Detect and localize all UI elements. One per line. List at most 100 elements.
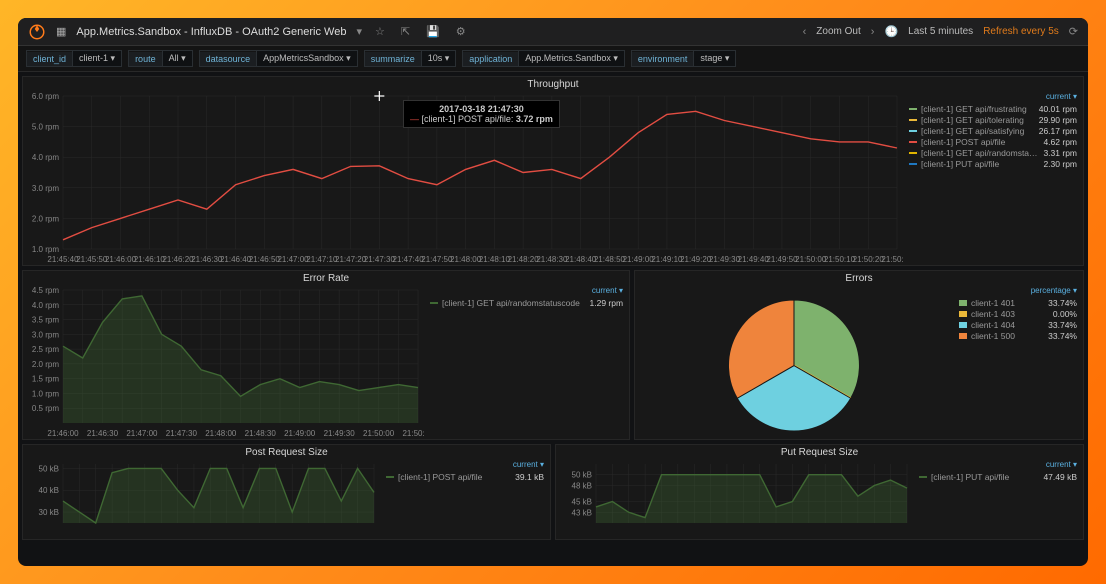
svg-text:2.5 rpm: 2.5 rpm <box>32 345 59 354</box>
settings-icon[interactable]: ⚙ <box>453 25 469 38</box>
legend-swatch <box>386 476 394 478</box>
legend-value: 33.74% <box>1048 331 1077 341</box>
legend-swatch <box>909 163 917 165</box>
svg-text:21:47:00: 21:47:00 <box>277 255 309 264</box>
dashboard-title[interactable]: App.Metrics.Sandbox - InfluxDB - OAuth2 … <box>76 26 346 38</box>
legend-value: 26.17 rpm <box>1039 126 1077 136</box>
legend-header[interactable]: current ▾ <box>909 92 1077 101</box>
star-icon[interactable]: ☆ <box>372 25 388 38</box>
var-value[interactable]: stage ▾ <box>693 51 735 66</box>
legend-value: 39.1 kB <box>515 472 544 482</box>
svg-text:21:48:00: 21:48:00 <box>205 429 237 438</box>
legend-value: 29.90 rpm <box>1039 115 1077 125</box>
legend-header[interactable]: current ▾ <box>919 460 1077 469</box>
legend-name: [client-1] GET api/randomstatuscode <box>442 298 585 308</box>
var-value[interactable]: All ▾ <box>162 51 192 66</box>
legend-item[interactable]: client-1 4030.00% <box>959 308 1077 319</box>
svg-text:21:46:50: 21:46:50 <box>249 255 281 264</box>
svg-text:21:49:20: 21:49:20 <box>680 255 712 264</box>
template-var-environment[interactable]: environmentstage ▾ <box>631 50 737 67</box>
var-value[interactable]: AppMetricsSandbox ▾ <box>256 51 357 66</box>
legend-item[interactable]: [client-1] POST api/file39.1 kB <box>386 471 544 482</box>
panel-title: Error Rate <box>23 271 629 284</box>
svg-text:1.0 rpm: 1.0 rpm <box>32 389 59 398</box>
error-rate-chart[interactable]: 0.5 rpm1.0 rpm1.5 rpm2.0 rpm2.5 rpm3.0 r… <box>23 284 424 439</box>
legend-header[interactable]: percentage ▾ <box>959 286 1077 295</box>
var-value[interactable]: App.Metrics.Sandbox ▾ <box>518 51 624 66</box>
legend-item[interactable]: [client-1] PUT api/file47.49 kB <box>919 471 1077 482</box>
svg-text:40 kB: 40 kB <box>39 486 59 495</box>
legend-item[interactable]: [client-1] GET api/randomstatuscode3.31 … <box>909 147 1077 158</box>
svg-text:30 kB: 30 kB <box>39 508 59 517</box>
legend-item[interactable]: client-1 40433.74% <box>959 319 1077 330</box>
template-var-datasource[interactable]: datasourceAppMetricsSandbox ▾ <box>199 50 358 67</box>
svg-text:21:50:30: 21:50:30 <box>402 429 424 438</box>
zoom-prev-icon[interactable]: ‹ <box>803 26 807 38</box>
svg-text:21:50:00: 21:50:00 <box>795 255 827 264</box>
refresh-interval[interactable]: Refresh every 5s <box>983 26 1059 37</box>
dropdown-icon[interactable]: ▾ <box>356 25 362 38</box>
legend-name: client-1 404 <box>971 320 1044 330</box>
share-icon[interactable]: ⇱ <box>398 25 413 38</box>
legend-value: 33.74% <box>1048 298 1077 308</box>
svg-text:21:46:30: 21:46:30 <box>191 255 223 264</box>
grafana-logo-icon[interactable] <box>28 23 46 41</box>
panel-title: Put Request Size <box>556 445 1083 458</box>
svg-text:48 kB: 48 kB <box>572 481 592 490</box>
legend-name: [client-1] GET api/tolerating <box>921 115 1035 125</box>
var-value[interactable]: client-1 ▾ <box>72 51 121 66</box>
template-var-client_id[interactable]: client_idclient-1 ▾ <box>26 50 122 67</box>
legend-name: [client-1] PUT api/file <box>931 472 1039 482</box>
svg-text:21:46:00: 21:46:00 <box>47 429 79 438</box>
svg-text:3.0 rpm: 3.0 rpm <box>32 330 59 339</box>
legend-header[interactable]: current ▾ <box>386 460 544 469</box>
svg-text:21:48:10: 21:48:10 <box>479 255 511 264</box>
svg-text:21:47:00: 21:47:00 <box>126 429 158 438</box>
errors-pie-chart[interactable] <box>635 284 953 439</box>
zoom-out-button[interactable]: Zoom Out <box>816 26 860 37</box>
save-icon[interactable]: 💾 <box>423 25 443 38</box>
dashboard-icon[interactable]: ▦ <box>56 25 66 38</box>
time-range-picker[interactable]: Last 5 minutes <box>908 26 973 37</box>
svg-text:2.0 rpm: 2.0 rpm <box>32 214 59 223</box>
error-rate-legend: current ▾ [client-1] GET api/randomstatu… <box>424 284 629 439</box>
legend-item[interactable]: [client-1] GET api/tolerating 29.90 rpm <box>909 114 1077 125</box>
legend-item[interactable]: [client-1] PUT api/file2.30 rpm <box>909 158 1077 169</box>
svg-text:21:46:30: 21:46:30 <box>87 429 119 438</box>
svg-text:21:48:50: 21:48:50 <box>594 255 626 264</box>
refresh-icon[interactable]: ⟳ <box>1069 25 1078 38</box>
svg-text:1.5 rpm: 1.5 rpm <box>32 375 59 384</box>
put-size-legend: current ▾ [client-1] PUT api/file47.49 k… <box>913 458 1083 539</box>
legend-swatch <box>959 300 967 306</box>
zoom-next-icon[interactable]: › <box>871 26 875 38</box>
put-size-chart[interactable]: 43 kB45 kB48 kB50 kB <box>556 458 913 539</box>
template-var-summarize[interactable]: summarize10s ▾ <box>364 50 457 67</box>
legend-item[interactable]: [client-1] POST api/file4.62 rpm <box>909 136 1077 147</box>
legend-item[interactable]: [client-1] GET api/frustrating40.01 rpm <box>909 103 1077 114</box>
svg-text:6.0 rpm: 6.0 rpm <box>32 92 59 101</box>
clock-icon: 🕒 <box>884 25 898 38</box>
legend-item[interactable]: client-1 40133.74% <box>959 297 1077 308</box>
svg-text:21:49:30: 21:49:30 <box>324 429 356 438</box>
post-size-chart[interactable]: 30 kB40 kB50 kB <box>23 458 380 539</box>
var-value[interactable]: 10s ▾ <box>421 51 456 66</box>
template-var-route[interactable]: routeAll ▾ <box>128 50 193 67</box>
var-label: summarize <box>365 52 421 66</box>
legend-item[interactable]: [client-1] GET api/satisfying26.17 rpm <box>909 125 1077 136</box>
legend-item[interactable]: client-1 500 33.74% <box>959 330 1077 341</box>
throughput-panel: Throughput 2017-03-18 21:47:30 — [client… <box>22 76 1084 266</box>
var-label: application <box>463 52 518 66</box>
legend-header[interactable]: current ▾ <box>430 286 623 295</box>
legend-swatch <box>909 130 917 132</box>
var-label: route <box>129 52 162 66</box>
throughput-chart[interactable]: 2017-03-18 21:47:30 — [client-1] POST ap… <box>23 90 903 265</box>
svg-text:3.0 rpm: 3.0 rpm <box>32 184 59 193</box>
legend-value: 3.31 rpm <box>1043 148 1077 158</box>
template-var-application[interactable]: applicationApp.Metrics.Sandbox ▾ <box>462 50 625 67</box>
errors-legend: percentage ▾ client-1 40133.74%client-1 … <box>953 284 1083 439</box>
legend-name: client-1 500 <box>971 331 1044 341</box>
legend-item[interactable]: [client-1] GET api/randomstatuscode1.29 … <box>430 297 623 308</box>
svg-text:21:49:10: 21:49:10 <box>651 255 683 264</box>
var-label: datasource <box>200 52 257 66</box>
svg-text:21:47:40: 21:47:40 <box>393 255 425 264</box>
